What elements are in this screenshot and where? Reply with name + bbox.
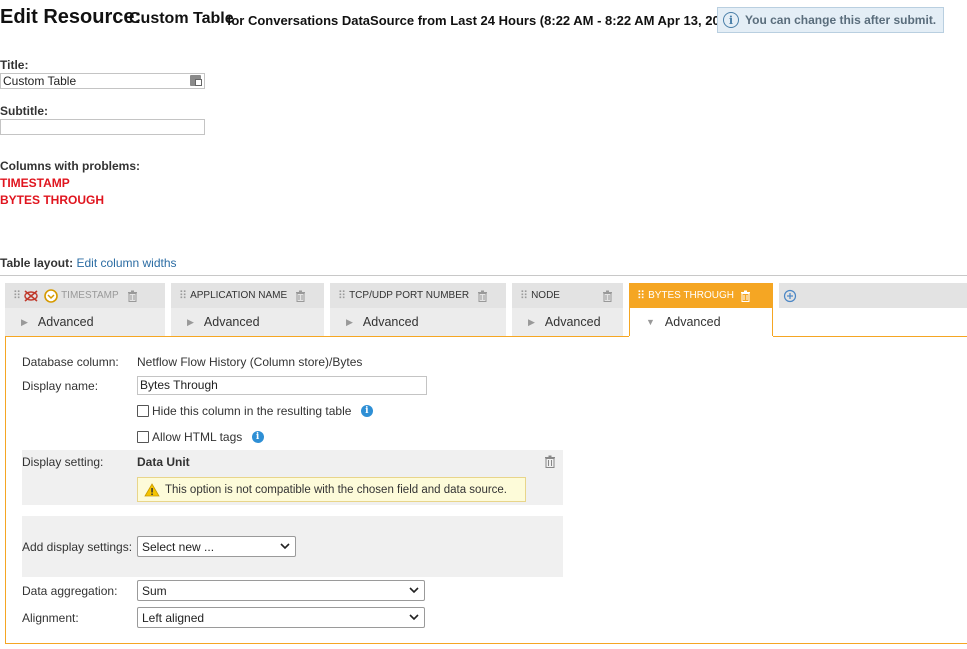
drag-handle-icon[interactable]: ⠿ — [637, 289, 645, 302]
info-icon: i — [723, 12, 739, 28]
info-icon[interactable]: i — [251, 431, 264, 443]
problem-item: BYTES THROUGH — [0, 193, 105, 207]
trash-icon[interactable] — [740, 290, 751, 302]
text-picker-icon[interactable] — [190, 75, 202, 86]
subtitle-input[interactable] — [0, 119, 205, 135]
drag-handle-icon[interactable]: ⠿ — [520, 289, 528, 302]
warning-clock-icon — [44, 288, 58, 303]
allow-html-label: Allow HTML tags — [152, 430, 243, 444]
allow-html-row: Allow HTML tags i — [137, 430, 264, 444]
db-column-label: Database column: — [22, 355, 119, 369]
compatibility-warning: This option is not compatible with the c… — [137, 477, 526, 502]
trash-icon[interactable] — [544, 455, 556, 468]
chevron-right-icon: ▶ — [187, 316, 194, 327]
db-column-value: Netflow Flow History (Column store)/Byte… — [137, 355, 363, 369]
alignment-label: Alignment: — [22, 611, 79, 625]
tab-timestamp[interactable]: ⠿ TIMESTAMP — [5, 283, 165, 308]
alignment-select[interactable]: Left aligned — [137, 607, 425, 628]
drag-handle-icon[interactable]: ⠿ — [13, 289, 21, 302]
edit-column-widths-link[interactable]: Edit column widths — [76, 256, 176, 270]
chevron-down-icon: ▼ — [646, 317, 655, 327]
tab-node[interactable]: ⠿ NODE — [512, 283, 623, 308]
hide-column-row: Hide this column in the resulting table … — [137, 404, 373, 418]
alignment-value: Left aligned — [142, 610, 205, 625]
tab-label: BYTES THROUGH — [648, 290, 734, 301]
tab-label: TIMESTAMP — [61, 290, 119, 301]
tab-bytes-through[interactable]: ⠿ BYTES THROUGH — [629, 283, 773, 308]
drag-handle-icon[interactable]: ⠿ — [338, 289, 346, 302]
resource-description: for Conversations DataSource from Last 2… — [227, 13, 739, 28]
subtitle-label: Subtitle: — [0, 104, 48, 118]
title-input[interactable]: Custom Table — [0, 73, 205, 89]
allow-html-checkbox[interactable] — [137, 431, 149, 443]
advanced-toggle[interactable]: ▶ Advanced — [5, 308, 165, 336]
title-label: Title: — [0, 58, 29, 72]
add-settings-value: Select new ... — [142, 539, 215, 554]
advanced-label: Advanced — [362, 315, 419, 329]
hide-column-checkbox[interactable] — [137, 405, 149, 417]
advanced-label: Advanced — [37, 315, 94, 329]
table-layout-row: Table layout: Edit column widths — [0, 256, 177, 270]
chevron-down-icon — [409, 587, 419, 594]
title-input-value: Custom Table — [3, 74, 77, 88]
drag-handle-icon[interactable]: ⠿ — [179, 289, 187, 302]
tab-tcp-udp-port-number[interactable]: ⠿ TCP/UDP PORT NUMBER — [330, 283, 506, 308]
display-name-label: Display name: — [22, 379, 99, 393]
tab-label: TCP/UDP PORT NUMBER — [349, 290, 470, 301]
chevron-down-icon — [409, 614, 419, 621]
hint-text: You can change this after submit. — [745, 13, 937, 27]
divider — [0, 275, 967, 276]
advanced-label: Advanced — [203, 315, 260, 329]
resource-title: Custom Table — [129, 10, 234, 27]
advanced-toggle[interactable]: ▶ Advanced — [171, 308, 324, 336]
hidden-eye-icon[interactable] — [24, 289, 38, 302]
chevron-down-icon — [280, 543, 290, 550]
chevron-right-icon: ▶ — [346, 316, 353, 327]
info-icon[interactable]: i — [360, 405, 373, 417]
advanced-toggle[interactable]: ▼ Advanced — [629, 308, 773, 336]
advanced-label: Advanced — [544, 315, 601, 329]
warning-text: This option is not compatible with the c… — [165, 483, 508, 496]
problem-item: TIMESTAMP — [0, 176, 70, 190]
aggregation-select[interactable]: Sum — [137, 580, 425, 601]
trash-icon[interactable] — [477, 290, 488, 302]
table-layout-label: Table layout: — [0, 256, 74, 270]
trash-icon[interactable] — [295, 290, 306, 302]
tab-label: NODE — [531, 290, 560, 301]
page-title: Edit Resource: — [0, 6, 142, 28]
add-settings-select[interactable]: Select new ... — [137, 536, 296, 557]
aggregation-value: Sum — [142, 583, 167, 598]
hide-column-label: Hide this column in the resulting table — [152, 404, 352, 418]
aggregation-label: Data aggregation: — [22, 584, 118, 598]
chevron-right-icon: ▶ — [21, 316, 28, 327]
advanced-label: Advanced — [664, 315, 721, 329]
advanced-toggle[interactable]: ▶ Advanced — [330, 308, 506, 336]
trash-icon[interactable] — [602, 290, 613, 302]
display-name-input[interactable]: Bytes Through — [137, 376, 427, 395]
tab-application-name[interactable]: ⠿ APPLICATION NAME — [171, 283, 324, 308]
tab-label: APPLICATION NAME — [190, 290, 288, 301]
chevron-right-icon: ▶ — [528, 316, 535, 327]
trash-icon[interactable] — [127, 290, 138, 302]
display-setting-value: Data Unit — [137, 455, 190, 469]
add-column-icon[interactable] — [783, 289, 797, 303]
hint-banner: i You can change this after submit. — [717, 7, 944, 33]
warning-icon — [144, 482, 160, 496]
problems-heading: Columns with problems: — [0, 159, 141, 173]
advanced-toggle[interactable]: ▶ Advanced — [512, 308, 623, 336]
add-column-area — [779, 283, 967, 308]
display-setting-label: Display setting: — [22, 455, 104, 469]
add-settings-label: Add display settings: — [22, 540, 133, 554]
